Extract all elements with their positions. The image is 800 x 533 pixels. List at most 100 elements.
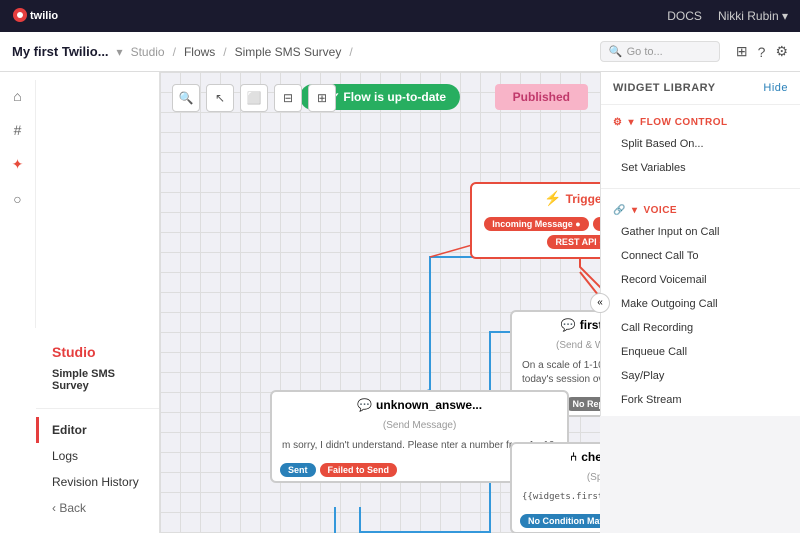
canvas[interactable]: 🔍 ↖ ⬜ ⊟ ⊞ ✓ ✓ Flow is up-to-date Publish… [160,72,600,533]
search-icon: 🔍 [609,45,623,58]
breadcrumb-flows[interactable]: Flows [184,45,215,59]
fq-title: first_question [580,318,600,332]
search-bar[interactable]: 🔍 Go to... [600,41,720,62]
sidebar: ⌂ # ✦ ○ Studio Simple SMS Survey Editor … [0,72,160,533]
cr-split-icon: ⑃ [570,450,577,464]
trigger-header: ⚡ Trigger ? ⚙ [472,184,600,213]
top-bar: twilio DOCS Nikki Rubin ▾ [0,0,800,32]
make-outgoing-item[interactable]: Make Outgoing Call [601,292,800,316]
circle-icon[interactable]: ○ [13,191,21,207]
ua-failed-tag[interactable]: Failed to Send [320,463,398,477]
editor-label: Editor [52,423,87,437]
cursor-tool[interactable]: ↖ [206,84,234,112]
frame-tool[interactable]: ⬜ [240,84,268,112]
voice-section: 🔗 ▾ VOICE Gather Input on Call Connect C… [601,193,800,416]
incoming-call-badge[interactable]: Incoming Call ● [593,217,600,231]
sidebar-item-revision-history[interactable]: Revision History [36,469,159,495]
trigger-title: Trigger [566,192,600,206]
docs-link[interactable]: DOCS [667,9,702,23]
sep3: / [349,45,352,59]
sidebar-back-button[interactable]: ‹ Back [36,495,159,521]
sidebar-item-logs[interactable]: Logs [36,443,159,469]
user-menu[interactable]: Nikki Rubin ▾ [718,9,788,23]
flow-control-header[interactable]: ⚙ ▾ FLOW CONTROL [601,109,800,132]
chevron-icon: ▾ [117,45,123,59]
layout-tool[interactable]: ⊟ [274,84,302,112]
check-response-node[interactable]: ⑃ check_response... (Split Based On...) … [510,442,600,533]
panel-header: WIDGET LIBRARY Hide [601,72,800,105]
fq-chat-icon: 💬 [561,318,576,332]
sep2: / [223,45,226,59]
sep1: / [173,45,176,59]
status-label: ✓ Flow is up-to-date [330,90,446,104]
widget-library-label: WIDGET LIBRARY [613,82,716,94]
ua-header: 💬 unknown_answe... [272,392,567,418]
flow-control-arrow: ▾ [628,117,634,128]
fq-header: 💬 first_question [512,312,600,338]
cr-body: {{widgets.first_question.inbound.Body}} [512,485,600,510]
fork-stream-item[interactable]: Fork Stream [601,388,800,412]
sidebar-subtitle: Simple SMS Survey [36,364,159,400]
user-chevron: ▾ [782,9,788,23]
svg-text:twilio: twilio [30,10,58,22]
cr-no-condition-tag[interactable]: No Condition Matches [520,514,600,528]
topbar-right: DOCS Nikki Rubin ▾ [667,9,788,23]
trigger-badges: Incoming Message ● Incoming Call ● REST … [472,213,600,257]
sidebar-title: Studio [36,336,159,364]
sidebar-item-editor[interactable]: Editor [36,417,159,443]
tool-icon[interactable]: ✦ [12,156,24,173]
app-name[interactable]: My first Twilio... [12,44,109,59]
hash-icon[interactable]: # [14,122,22,138]
ua-title: unknown_answe... [376,398,482,412]
cr-title: check_response... [581,450,600,464]
home-icon[interactable]: ⌂ [13,88,21,104]
split-based-on-item[interactable]: Split Based On... [601,132,800,156]
grid-tool[interactable]: ⊞ [308,84,336,112]
collapse-panel-button[interactable]: « [590,293,610,313]
breadcrumb-sep1: Studio [131,45,165,59]
settings-icon[interactable]: ⚙ [775,43,788,60]
main-layout: ⌂ # ✦ ○ Studio Simple SMS Survey Editor … [0,72,800,533]
breadcrumb-bar: My first Twilio... ▾ Studio / Flows / Si… [0,32,800,72]
cr-subtext: (Split Based On...) [512,470,600,485]
right-panel: WIDGET LIBRARY Hide ⚙ ▾ FLOW CONTROL Spl… [600,72,800,416]
fq-noreply-tag[interactable]: No Reply [565,397,600,411]
flow-control-label: FLOW CONTROL [640,117,728,128]
revision-label: Revision History [52,475,139,489]
right-panel-wrapper: « WIDGET LIBRARY Hide ⚙ ▾ FLOW CONTROL S… [600,72,800,533]
voice-label: VOICE [643,205,677,216]
rest-api-badge[interactable]: REST API ● [547,235,600,249]
question-icon[interactable]: ? [758,44,766,60]
set-variables-item[interactable]: Set Variables [601,156,800,180]
published-button[interactable]: Published [495,84,588,110]
topbar-left: twilio [12,7,72,26]
grid-icon[interactable]: ⊞ [736,43,748,60]
cr-header: ⑃ check_response... [512,444,600,470]
twilio-logo[interactable]: twilio [12,7,72,26]
ua-sent-tag[interactable]: Sent [280,463,316,477]
canvas-toolbar: 🔍 ↖ ⬜ ⊟ ⊞ [172,84,336,112]
breadcrumb-survey[interactable]: Simple SMS Survey [235,45,342,59]
gather-input-item[interactable]: Gather Input on Call [601,220,800,244]
breadcrumb-icons: ⊞ ? ⚙ [736,43,788,60]
ua-chat-icon: 💬 [357,398,372,412]
hide-panel-button[interactable]: Hide [763,82,788,94]
call-recording-item[interactable]: Call Recording [601,316,800,340]
say-play-item[interactable]: Say/Play [601,364,800,388]
cr-footer: No Condition Matches 1-10 NEW [512,510,600,532]
search-placeholder: Go to... [627,46,663,58]
voice-header[interactable]: 🔗 ▾ VOICE [601,197,800,220]
incoming-message-badge[interactable]: Incoming Message ● [484,217,588,231]
ua-subtext: (Send Message) [272,418,567,433]
user-label: Nikki Rubin [718,9,779,23]
connect-call-item[interactable]: Connect Call To [601,244,800,268]
fq-subtext: (Send & Wait For Reply) [512,338,600,353]
flow-control-section: ⚙ ▾ FLOW CONTROL Split Based On... Set V… [601,105,800,184]
record-voicemail-item[interactable]: Record Voicemail [601,268,800,292]
voice-arrow: ▾ [632,205,638,216]
fq-body: On a scale of 1-10, how would you rate t… [512,353,600,393]
enqueue-call-item[interactable]: Enqueue Call [601,340,800,364]
flow-control-icon: ⚙ [613,117,622,128]
search-tool[interactable]: 🔍 [172,84,200,112]
trigger-node[interactable]: ⚡ Trigger ? ⚙ Incoming Message ● Incomin… [470,182,600,259]
